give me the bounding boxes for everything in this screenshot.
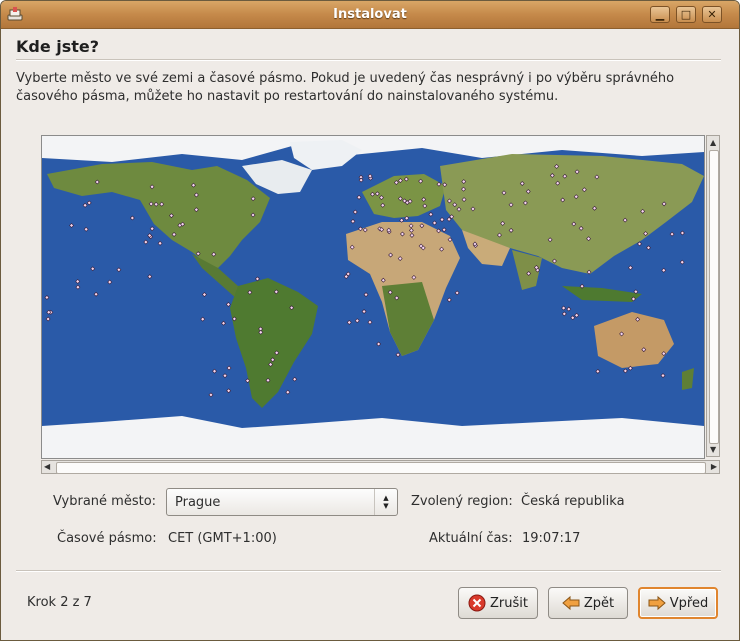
region-value: Česká republika: [521, 494, 625, 509]
scroll-up-icon[interactable]: ▲: [710, 138, 716, 147]
arrow-left-icon: [562, 595, 580, 611]
cancel-button[interactable]: Zrušit: [458, 587, 538, 619]
cancel-icon: [468, 594, 486, 612]
timezone-label: Časové pásmo:: [57, 531, 157, 546]
current-time-value: 19:07:17: [522, 531, 581, 546]
city-combobox[interactable]: Prague ▲ ▼: [166, 488, 398, 516]
installer-window: Instalovat ▁ □ ✕ Kde jste? Vyberte město…: [0, 0, 740, 641]
vertical-scroll-thumb[interactable]: [709, 150, 719, 444]
page-description: Vyberte město ve své zemi a časové pásmo…: [16, 71, 675, 104]
maximize-button[interactable]: □: [676, 6, 696, 23]
back-button[interactable]: Zpět: [548, 587, 628, 619]
horizontal-scroll-thumb[interactable]: [56, 462, 706, 474]
titlebar[interactable]: Instalovat ▁ □ ✕: [1, 1, 739, 29]
world-map[interactable]: [41, 135, 705, 459]
city-label: Vybrané město:: [53, 494, 157, 509]
forward-label: Vpřed: [669, 595, 709, 611]
minimize-button[interactable]: ▁: [650, 6, 670, 23]
combo-arrows-icon: ▲ ▼: [374, 489, 397, 515]
forward-button[interactable]: Vpřed: [638, 587, 718, 619]
scroll-down-icon[interactable]: ▼: [710, 445, 716, 454]
page-title: Kde jste?: [16, 37, 100, 56]
region-label: Zvolený region:: [411, 494, 513, 509]
map-horizontal-scrollbar[interactable]: ◀ ▶: [41, 460, 720, 474]
close-window-button[interactable]: ✕: [702, 6, 722, 23]
scroll-left-icon[interactable]: ◀: [44, 462, 50, 471]
arrow-right-icon: [648, 595, 666, 611]
footer-divider: [16, 570, 721, 572]
maximize-icon: □: [680, 8, 692, 21]
world-map-graphic: [42, 136, 704, 458]
header-divider: [16, 59, 721, 61]
timezone-value: CET (GMT+1:00): [168, 531, 277, 546]
step-indicator: Krok 2 z 7: [27, 595, 92, 610]
city-value: Prague: [175, 495, 221, 510]
page-content: Kde jste? Vyberte město ve své zemi a ča…: [1, 29, 739, 640]
current-time-label: Aktuální čas:: [429, 531, 513, 546]
back-label: Zpět: [583, 595, 615, 611]
window-title: Instalovat: [333, 7, 407, 22]
map-vertical-scrollbar[interactable]: ▲ ▼: [706, 135, 720, 457]
scroll-right-icon[interactable]: ▶: [711, 462, 717, 471]
close-icon: ✕: [707, 8, 717, 21]
minimize-icon: ▁: [655, 8, 665, 21]
cancel-label: Zrušit: [490, 595, 528, 611]
